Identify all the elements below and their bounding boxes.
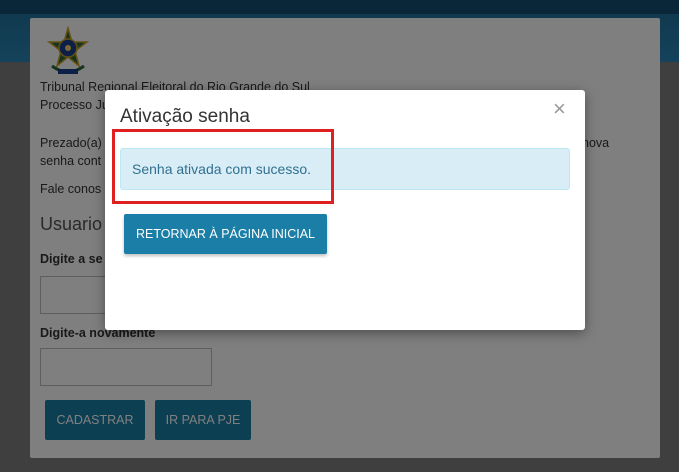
return-home-button[interactable]: RETORNAR À PÁGINA INICIAL (124, 214, 327, 254)
modal-title: Ativação senha (120, 106, 250, 127)
annotation-highlight-box (112, 129, 334, 204)
activation-modal: Ativação senha × Senha ativada com suces… (105, 90, 585, 330)
close-icon[interactable]: × (553, 98, 566, 120)
